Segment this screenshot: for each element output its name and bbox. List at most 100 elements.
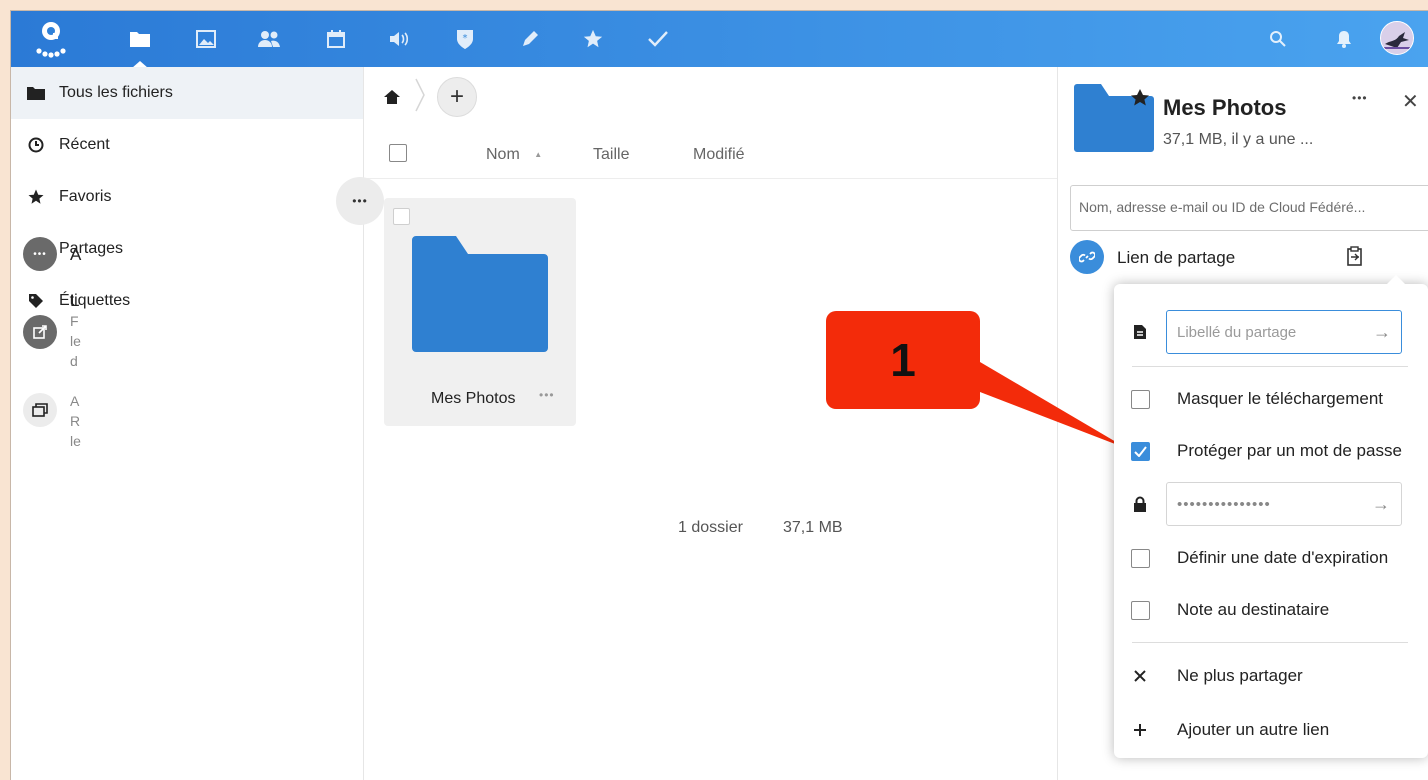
partial-text: le — [70, 433, 81, 449]
breadcrumb: + — [383, 77, 477, 117]
partial-text: L — [70, 291, 80, 310]
hide-download-checkbox[interactable] — [1130, 389, 1150, 409]
note-checkbox[interactable] — [1130, 600, 1150, 620]
menu-divider — [1132, 366, 1408, 367]
external-link-icon — [23, 315, 57, 349]
sidebar-item-label: Récent — [59, 136, 110, 153]
passwords-icon[interactable]: * — [452, 26, 478, 52]
password-input[interactable]: ••••••••••••••• → — [1166, 482, 1402, 526]
sidebar-item-all-files[interactable]: Tous les fichiers — [11, 67, 363, 119]
partial-text: A — [70, 393, 80, 409]
hide-download-label: Masquer le téléchargement — [1177, 389, 1384, 408]
annotation-callout: 1 — [826, 311, 980, 409]
photos-icon[interactable] — [193, 26, 219, 52]
svg-text:*: * — [463, 33, 468, 44]
lock-icon — [1130, 494, 1150, 514]
search-icon[interactable] — [1265, 26, 1291, 52]
share-label-input[interactable]: Libellé du partage → — [1166, 310, 1402, 354]
folder-icon — [25, 84, 47, 102]
plus-icon — [1130, 720, 1150, 740]
folder-icon — [1074, 84, 1154, 152]
tasks-icon[interactable] — [645, 26, 671, 52]
submit-arrow-icon[interactable]: → — [1373, 322, 1391, 343]
folder-select-checkbox[interactable] — [393, 208, 410, 225]
partial-text: A — [70, 245, 82, 264]
new-item-button[interactable]: + — [437, 77, 477, 117]
other-options-icon: ••• — [23, 237, 57, 271]
files-sidebar: Tous les fichiers Récent Favoris Partage… — [11, 67, 364, 780]
share-with-input[interactable]: Nom, adresse e-mail ou ID de Cloud Fédér… — [1070, 185, 1428, 231]
top-bar: * — [11, 11, 1428, 68]
password-protect-checkbox[interactable] — [1130, 441, 1150, 461]
contacts-icon[interactable] — [256, 26, 282, 52]
sidebar-item-recent[interactable]: Récent — [11, 119, 363, 171]
submit-arrow-icon[interactable]: → — [1372, 494, 1391, 515]
details-menu-icon[interactable]: ••• — [1352, 91, 1368, 105]
unshare-label: Ne plus partager — [1177, 666, 1303, 685]
share-label-row: Libellé du partage → — [1114, 310, 1428, 354]
tag-icon — [25, 292, 47, 310]
sidebar-item-label: Partages — [59, 240, 124, 257]
home-icon[interactable] — [383, 89, 401, 105]
unshare-option[interactable]: Ne plus partager — [1114, 665, 1428, 687]
partial-text: R — [70, 413, 81, 429]
expiration-checkbox[interactable] — [1130, 548, 1150, 568]
close-icon[interactable]: ✕ — [1402, 89, 1419, 114]
calendar-icon[interactable] — [323, 26, 349, 52]
partial-text: le — [70, 333, 81, 349]
bookmarks-icon[interactable] — [580, 26, 606, 52]
add-link-option[interactable]: Ajouter un autre lien — [1114, 719, 1428, 741]
sidebar-item-label: Tous les fichiers — [59, 84, 173, 101]
star-icon — [25, 188, 47, 206]
audio-icon[interactable] — [386, 26, 412, 52]
folder-tile[interactable]: Mes Photos ••• — [384, 198, 576, 426]
link-icon — [1070, 240, 1104, 274]
note-option[interactable]: Note au destinataire — [1114, 599, 1428, 621]
folder-actions-menu-icon[interactable]: ••• — [539, 388, 555, 402]
notifications-bell-icon[interactable] — [1331, 26, 1357, 52]
partial-text: d — [70, 353, 78, 369]
select-all-checkbox[interactable] — [389, 144, 407, 162]
share-label-placeholder: Libellé du partage — [1177, 323, 1297, 341]
partial-text: F — [70, 313, 79, 329]
files-icon[interactable] — [127, 26, 153, 68]
sort-ascending-icon: ▲ — [534, 150, 543, 160]
share-link-label: Lien de partage — [1117, 248, 1236, 267]
more-icon: ••• — [352, 194, 368, 208]
hide-download-option[interactable]: Masquer le téléchargement — [1114, 388, 1428, 410]
column-size[interactable]: Taille — [593, 146, 629, 164]
sidebar-item-tags[interactable]: Étiquettes — [11, 275, 363, 327]
sidebar-item-shares[interactable]: Partages — [11, 223, 363, 275]
copy-link-icon[interactable] — [1346, 246, 1364, 271]
password-row: ••••••••••••••• → — [1114, 482, 1428, 526]
close-icon — [1130, 666, 1150, 686]
notes-icon[interactable] — [517, 26, 543, 52]
note-label: Note au destinataire — [1177, 600, 1330, 619]
summary-size: 37,1 MB — [783, 519, 843, 536]
menu-divider — [1132, 642, 1408, 643]
details-title: Mes Photos — [1163, 95, 1287, 120]
expiration-option[interactable]: Définir une date d'expiration — [1114, 547, 1428, 569]
sidebar-item-label: Favoris — [59, 188, 112, 205]
sidebar-item-favorites[interactable]: Favoris — [11, 171, 363, 223]
callout-label: 1 — [890, 334, 916, 386]
folder-icon — [412, 236, 548, 352]
link-more-button[interactable]: ••• — [336, 177, 384, 225]
share-link-options-menu: Libellé du partage → Masquer le téléchar… — [1114, 275, 1428, 758]
clock-icon — [25, 136, 47, 154]
column-name[interactable]: Nom ▲ — [486, 146, 542, 164]
details-subtitle: 37,1 MB, il y a une ... — [1163, 131, 1314, 148]
breadcrumb-separator-icon — [415, 78, 425, 117]
expiration-label: Définir une date d'expiration — [1177, 548, 1389, 567]
column-name-label: Nom — [486, 146, 520, 163]
add-link-label: Ajouter un autre lien — [1177, 720, 1330, 739]
password-protect-label: Protéger par un mot de passe — [1177, 441, 1402, 460]
folder-name[interactable]: Mes Photos — [431, 390, 515, 408]
note-icon — [1130, 322, 1150, 342]
password-protect-option[interactable]: Protéger par un mot de passe — [1114, 440, 1428, 462]
password-value: ••••••••••••••• — [1177, 495, 1271, 513]
user-avatar[interactable] — [1380, 21, 1414, 55]
versions-icon — [23, 393, 57, 427]
app-logo[interactable] — [31, 17, 71, 61]
column-modified[interactable]: Modifié — [693, 146, 745, 164]
